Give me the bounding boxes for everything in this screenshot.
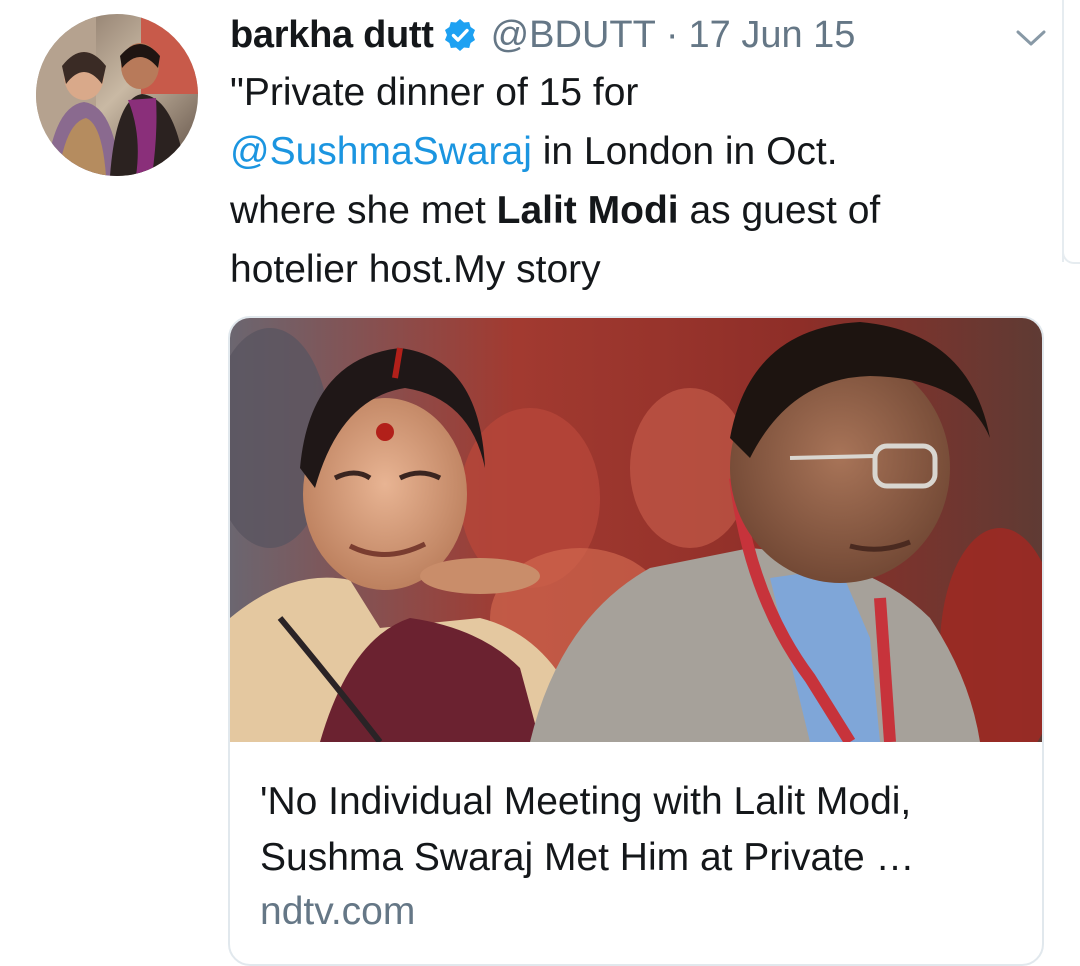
author-avatar[interactable]: [36, 14, 198, 176]
tweet-text-line-2-rest: in London in Oct.: [531, 130, 838, 173]
author-handle[interactable]: @BDUTT: [491, 14, 656, 57]
tweet-text-bold-name: Lalit Modi: [496, 189, 679, 232]
card-domain: ndtv.com: [260, 890, 416, 933]
header-separator: ·: [665, 13, 679, 56]
tweet-text-line-2: @SushmaSwaraj in London in Oct.: [230, 122, 1030, 181]
card-title[interactable]: 'No Individual Meeting with Lalit Modi, …: [260, 774, 1030, 886]
author-display-name[interactable]: barkha dutt: [230, 14, 434, 57]
verified-badge-icon: [443, 18, 477, 52]
card-title-line-1: 'No Individual Meeting with Lalit Modi,: [260, 780, 912, 823]
tweet-text-line-3-post: as guest of: [678, 189, 881, 232]
tweet-text: "Private dinner of 15 for @SushmaSwaraj …: [230, 63, 1030, 299]
tweet-text-line-4: hotelier host.My story: [230, 248, 601, 291]
right-divider: [1062, 0, 1064, 262]
card-image[interactable]: [230, 318, 1042, 742]
tweet-header: barkha dutt @BDUTT · 17 Jun 15: [230, 10, 855, 60]
tweet-text-line-3: where she met Lalit Modi as guest of: [230, 181, 1030, 240]
right-divider-corner: [1062, 250, 1080, 264]
news-photo-icon: [230, 318, 1042, 742]
avatar-photo-icon: [36, 14, 198, 176]
card-title-line-2: Sushma Swaraj Met Him at Private …: [260, 836, 915, 879]
tweet[interactable]: barkha dutt @BDUTT · 17 Jun 15 "Private …: [0, 0, 1080, 966]
tweet-text-line-1: "Private dinner of 15 for: [230, 71, 639, 114]
link-card[interactable]: 'No Individual Meeting with Lalit Modi, …: [228, 316, 1044, 966]
tweet-date[interactable]: 17 Jun 15: [689, 14, 856, 57]
chevron-down-icon: [1016, 30, 1046, 46]
tweet-text-line-3-pre: where she met: [230, 189, 497, 232]
tweet-menu-button[interactable]: [1011, 20, 1051, 56]
mention-link[interactable]: @SushmaSwaraj: [230, 130, 532, 173]
